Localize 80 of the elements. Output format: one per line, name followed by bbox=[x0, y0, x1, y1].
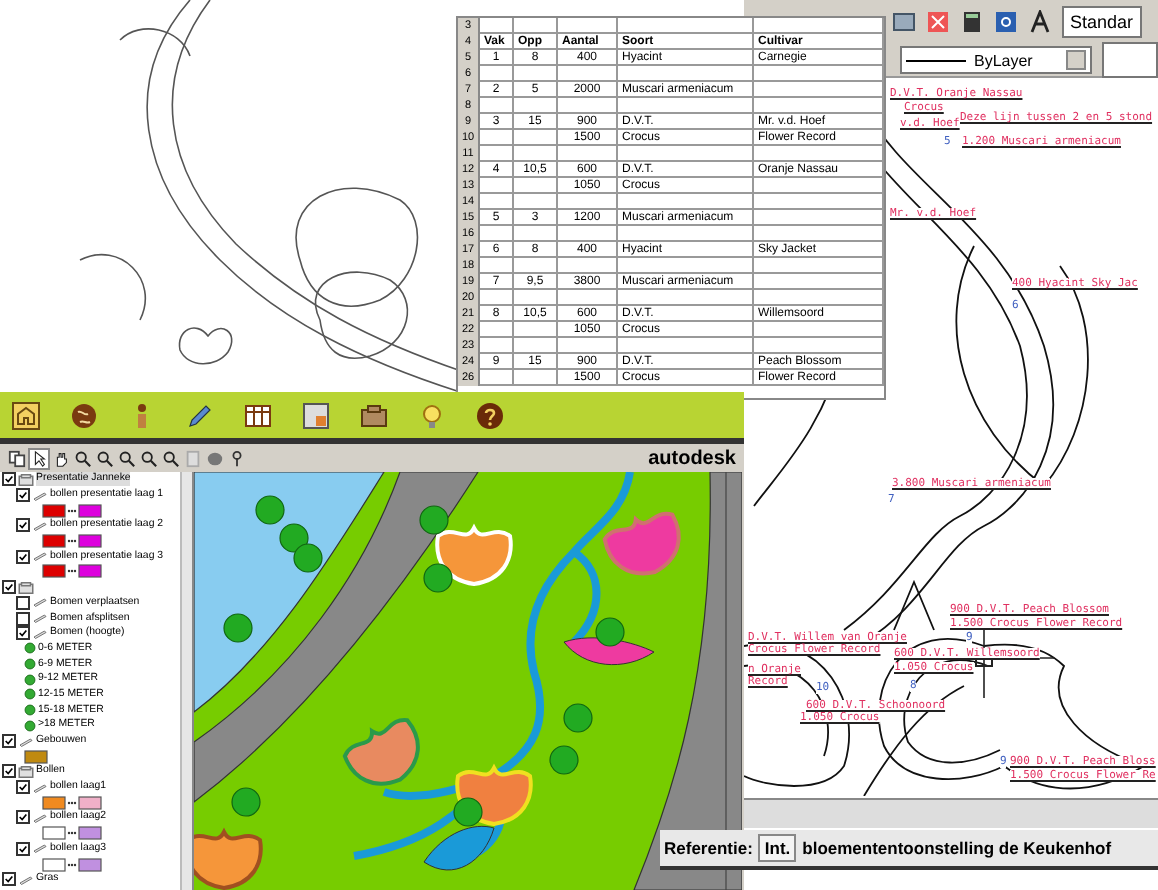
reference-text: bloemententoonstelling de Keukenhof bbox=[802, 838, 1112, 858]
pin-icon[interactable] bbox=[228, 449, 246, 467]
hand-icon[interactable] bbox=[52, 449, 70, 467]
swatch-icon bbox=[24, 749, 48, 764]
swatch-icon bbox=[42, 503, 102, 518]
checkbox[interactable] bbox=[2, 872, 16, 887]
globe-icon[interactable] bbox=[70, 401, 98, 429]
shrub bbox=[223, 613, 253, 643]
zoom-icon[interactable] bbox=[140, 449, 158, 467]
layers-icon[interactable] bbox=[302, 401, 330, 429]
reference-field[interactable]: Int. bbox=[758, 834, 797, 862]
zoom-icon[interactable] bbox=[162, 449, 180, 467]
swatch-icon bbox=[42, 795, 102, 810]
checkbox[interactable] bbox=[16, 611, 30, 626]
logo: autodesk bbox=[648, 447, 736, 469]
layer-icon bbox=[32, 489, 48, 502]
shrub bbox=[231, 787, 261, 817]
linetype-dropdown[interactable] bbox=[1102, 42, 1158, 78]
shrub bbox=[549, 745, 579, 775]
swatch-icon bbox=[42, 857, 102, 872]
layer-dropdown[interactable]: ByLayer bbox=[900, 46, 1093, 74]
flower-bed bbox=[563, 637, 655, 666]
checkbox[interactable] bbox=[16, 626, 30, 641]
checkbox[interactable] bbox=[16, 841, 30, 856]
checkbox[interactable] bbox=[16, 780, 30, 795]
checkbox[interactable] bbox=[16, 549, 30, 564]
close-icon[interactable] bbox=[926, 10, 950, 34]
text-style-icon[interactable] bbox=[1028, 10, 1052, 34]
shrub bbox=[279, 523, 309, 553]
zoom-icon[interactable] bbox=[118, 449, 136, 467]
image-icon[interactable] bbox=[892, 10, 916, 34]
checkbox[interactable] bbox=[16, 488, 30, 503]
checkbox[interactable] bbox=[2, 764, 16, 779]
vertical-scrollbar[interactable] bbox=[180, 472, 192, 890]
checkbox[interactable] bbox=[2, 734, 16, 749]
home-icon[interactable] bbox=[12, 401, 40, 429]
text-style-dropdown[interactable]: Standar bbox=[1062, 6, 1142, 38]
shrub bbox=[423, 563, 453, 593]
zoom-icon[interactable] bbox=[96, 449, 114, 467]
swatch-icon bbox=[42, 534, 102, 549]
layer-icon bbox=[32, 842, 48, 855]
shrub bbox=[419, 505, 449, 535]
folder-icon bbox=[18, 581, 34, 594]
shrub bbox=[255, 495, 285, 525]
layer-icon bbox=[32, 811, 48, 824]
layer-icon bbox=[18, 735, 34, 748]
checkbox[interactable] bbox=[16, 518, 30, 533]
shrub bbox=[595, 617, 625, 647]
folder-icon bbox=[18, 473, 34, 486]
shrub bbox=[563, 703, 593, 733]
tulip-bed bbox=[342, 718, 420, 786]
pointer-icon[interactable] bbox=[30, 449, 48, 467]
shrub bbox=[453, 797, 483, 827]
checkbox[interactable] bbox=[16, 595, 30, 610]
pencil-icon[interactable] bbox=[186, 401, 214, 429]
checkbox[interactable] bbox=[2, 580, 16, 595]
calculator-icon[interactable] bbox=[960, 10, 984, 34]
tulip-bed bbox=[602, 511, 681, 576]
folder-icon[interactable] bbox=[360, 401, 388, 429]
folder-icon bbox=[18, 765, 34, 778]
lightbulb-icon[interactable] bbox=[418, 401, 446, 429]
zoom-icon[interactable] bbox=[74, 449, 92, 467]
tulip-bed bbox=[435, 526, 513, 586]
layer-icon bbox=[18, 873, 34, 886]
tulip-bed bbox=[455, 766, 533, 826]
reference-label: Referentie: bbox=[664, 838, 753, 858]
tulip-bed bbox=[194, 830, 263, 890]
shrub bbox=[293, 543, 323, 573]
horizontal-scrollbar[interactable] bbox=[744, 798, 1158, 828]
page-icon bbox=[184, 449, 202, 467]
copy-icon[interactable] bbox=[8, 449, 26, 467]
layer-icon bbox=[32, 781, 48, 794]
swatch-icon bbox=[42, 564, 102, 579]
layer-icon bbox=[32, 550, 48, 563]
checkbox[interactable] bbox=[2, 472, 16, 487]
table-icon[interactable] bbox=[244, 401, 272, 429]
flower-bed bbox=[423, 825, 495, 871]
checkbox[interactable] bbox=[16, 810, 30, 825]
swatch-icon bbox=[42, 826, 102, 841]
layer-icon bbox=[32, 519, 48, 532]
